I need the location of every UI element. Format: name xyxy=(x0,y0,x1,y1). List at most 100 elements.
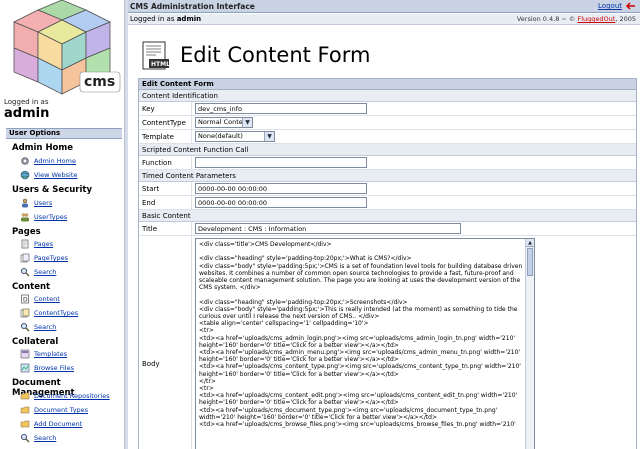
search-icon xyxy=(21,434,30,443)
template-select[interactable]: None(default) ▼ xyxy=(195,131,275,142)
sidebar-item-label[interactable]: View Website xyxy=(34,171,77,179)
page-icon xyxy=(21,239,29,249)
logout-link[interactable]: Logout xyxy=(598,1,636,11)
sidebar-item-browse-files[interactable]: Browse Files xyxy=(20,362,74,374)
logged-in-status: Logged in as admin xyxy=(130,15,201,23)
sidebar-item-label[interactable]: Add Document xyxy=(34,420,82,428)
sidebar-item-label[interactable]: Search xyxy=(34,434,56,442)
templates-icon xyxy=(20,349,30,359)
section-timed-content: Timed Content Parameters xyxy=(139,170,636,182)
logged-in-username: admin xyxy=(4,106,50,121)
status-bar: Logged in as admin Version 0.4.8 ~ © Flu… xyxy=(128,14,640,25)
sidebar-item-label[interactable]: UserTypes xyxy=(34,213,67,221)
sidebar-item-admin-home[interactable]: Admin Home xyxy=(20,155,76,167)
sidebar-item-templates[interactable]: Templates xyxy=(20,348,67,360)
html-icon-label: HTML xyxy=(151,61,170,68)
files-icon xyxy=(20,363,30,373)
sidebar-item-document-search[interactable]: Search xyxy=(20,432,56,444)
sidebar-item-usertypes[interactable]: UserTypes xyxy=(20,211,67,223)
group-title-admin-home: Admin Home xyxy=(12,143,74,153)
row-start: Start xyxy=(139,182,636,196)
sidebar-item-add-document[interactable]: Add Document xyxy=(20,418,82,430)
start-input[interactable] xyxy=(195,183,367,194)
pagetypes-icon xyxy=(20,253,30,263)
section-basic-content: Basic Content xyxy=(139,210,636,222)
sidebar-item-label[interactable]: Document Types xyxy=(34,406,88,414)
version-info: Version 0.4.8 ~ © FluggedOut, 2005 xyxy=(517,15,636,23)
logged-in-name: admin xyxy=(176,15,202,23)
sidebar-item-label[interactable]: Search xyxy=(34,268,56,276)
logged-in-prefix: Logged in as xyxy=(130,15,175,23)
search-icon xyxy=(21,268,30,277)
logout-arrow-icon xyxy=(625,2,635,10)
group-title-users-security: Users & Security xyxy=(12,185,92,195)
sidebar-item-label[interactable]: Pages xyxy=(34,240,53,248)
body-scrollbar[interactable]: ▲ xyxy=(525,239,534,449)
logged-in-label: Logged in as xyxy=(4,98,49,106)
folder-icon xyxy=(20,392,30,400)
sidebar-item-content[interactable]: D Content xyxy=(20,293,60,305)
sidebar-item-label[interactable]: Content xyxy=(34,295,60,303)
end-input[interactable] xyxy=(195,197,367,208)
sidebar-item-document-types[interactable]: Document Types xyxy=(20,404,88,416)
scrollbar-thumb[interactable] xyxy=(527,248,533,276)
scroll-up-icon[interactable]: ▲ xyxy=(526,239,534,247)
sidebar-item-users[interactable]: Users xyxy=(20,197,52,209)
sidebar-item-label[interactable]: Document Repositories xyxy=(34,392,110,400)
sidebar-item-view-website[interactable]: View Website xyxy=(20,169,77,181)
sidebar-item-label[interactable]: PageTypes xyxy=(34,254,68,262)
title-label: Title xyxy=(142,225,158,233)
usertypes-icon xyxy=(21,213,29,222)
group-title-pages: Pages xyxy=(12,227,41,237)
sidebar-divider xyxy=(124,0,128,449)
sidebar: cms Logged in as admin User Options Admi… xyxy=(0,0,124,449)
folder-icon xyxy=(20,406,30,414)
sidebar-item-label[interactable]: Admin Home xyxy=(34,157,76,165)
sidebar-item-label[interactable]: ContentTypes xyxy=(34,309,78,317)
sidebar-item-label[interactable]: Templates xyxy=(34,350,67,358)
sidebar-item-pagetypes[interactable]: PageTypes xyxy=(20,252,68,264)
body-label: Body xyxy=(142,360,160,368)
gear-icon xyxy=(21,157,29,165)
page-title: Edit Content Form xyxy=(180,43,371,67)
app-title: CMS Administration Interface xyxy=(130,2,255,11)
content-icon: D xyxy=(21,294,29,304)
content-type-label: ContentType xyxy=(142,119,186,127)
logged-in-box: Logged in as admin xyxy=(4,98,120,126)
content-type-select[interactable]: Normal Content ▼ xyxy=(195,117,253,128)
template-label: Template xyxy=(142,133,174,141)
chevron-down-icon: ▼ xyxy=(264,132,274,141)
logout-label[interactable]: Logout xyxy=(598,2,622,10)
sidebar-item-contenttypes[interactable]: ContentTypes xyxy=(20,307,78,319)
body-text: <div class='title'>CMS Development</div>… xyxy=(199,241,523,429)
function-input[interactable] xyxy=(195,157,367,168)
row-template: Template None(default) ▼ xyxy=(139,130,636,144)
version-text: Version 0.4.8 ~ © xyxy=(516,15,578,23)
chevron-down-icon: ▼ xyxy=(242,118,252,127)
body-textarea[interactable]: <div class='title'>CMS Development</div>… xyxy=(195,238,535,449)
sidebar-item-label[interactable]: Users xyxy=(34,199,52,207)
key-label: Key xyxy=(142,105,155,113)
row-end: End xyxy=(139,196,636,210)
template-value: None(default) xyxy=(198,132,243,140)
version-year: , 2005 xyxy=(615,15,636,23)
contenttypes-icon xyxy=(20,308,30,318)
group-title-collateral: Collateral xyxy=(12,337,59,347)
row-title: Title xyxy=(139,222,636,236)
sidebar-item-document-repositories[interactable]: Document Repositories xyxy=(20,390,110,402)
html-document-icon: HTML xyxy=(142,41,170,70)
version-link[interactable]: FluggedOut xyxy=(577,15,615,23)
edit-content-form: Edit Content Form Content Identification… xyxy=(138,78,637,449)
svg-text:D: D xyxy=(23,297,28,304)
sidebar-item-label[interactable]: Browse Files xyxy=(34,364,74,372)
sidebar-item-content-search[interactable]: Search xyxy=(20,321,56,333)
folder-icon xyxy=(20,420,30,428)
sidebar-item-pages[interactable]: Pages xyxy=(20,238,53,250)
row-key: Key xyxy=(139,102,636,116)
function-label: Function xyxy=(142,159,172,167)
key-input[interactable] xyxy=(195,103,367,114)
user-options-header: User Options xyxy=(6,128,122,139)
sidebar-item-pages-search[interactable]: Search xyxy=(20,266,56,278)
title-input[interactable] xyxy=(195,223,461,234)
sidebar-item-label[interactable]: Search xyxy=(34,323,56,331)
